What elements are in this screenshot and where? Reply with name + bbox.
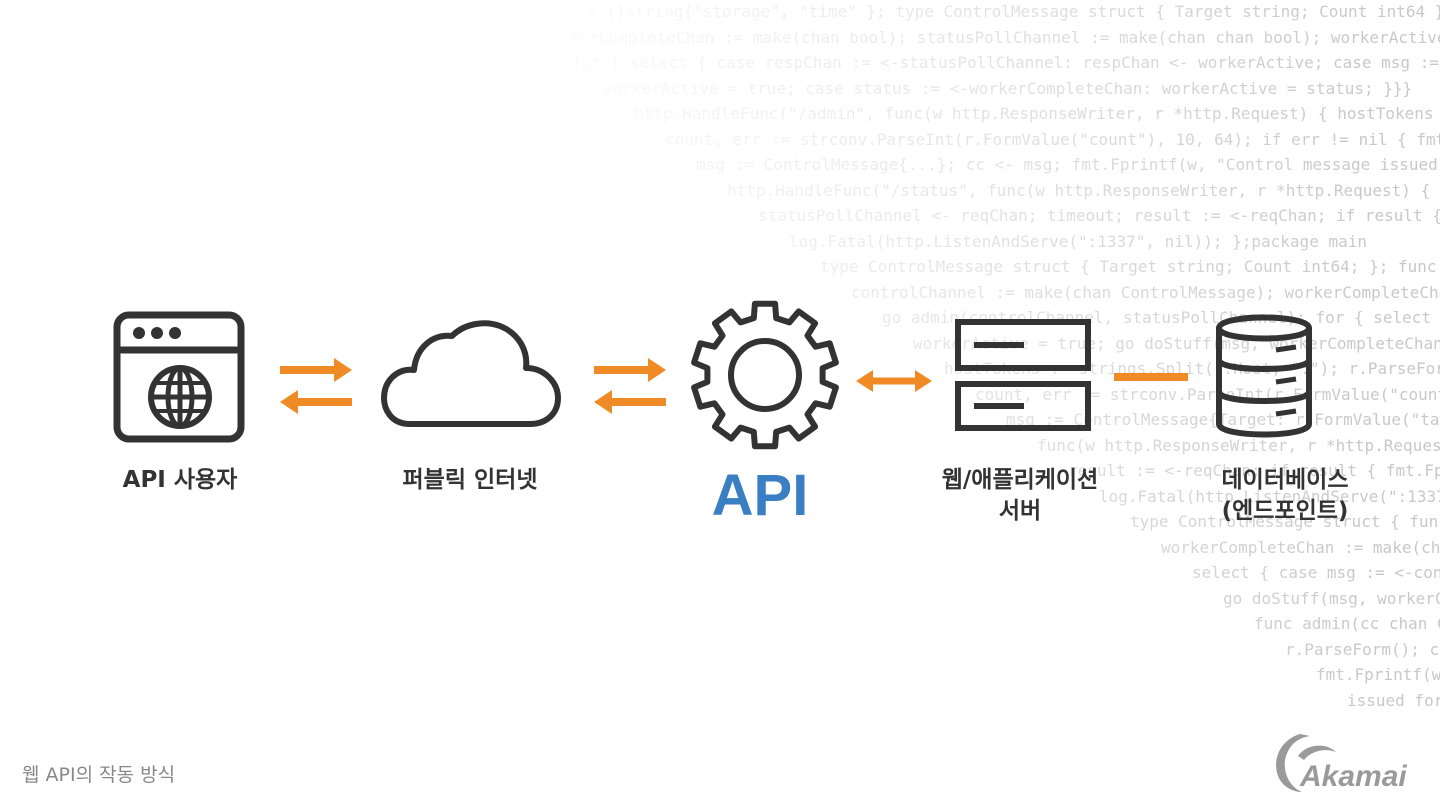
connector-line <box>1114 373 1188 381</box>
gear-hole <box>728 338 802 412</box>
code-line: http.HandleFunc("/admin", func(w http.Re… <box>634 104 1434 123</box>
code-line: func admin(cc chan ControlMessage <box>1254 614 1440 633</box>
code-line: msg := ControlMessage{...}; cc <- msg; f… <box>696 155 1438 174</box>
code-line: workerCompleteChan := make(chan bool); s… <box>541 27 1440 47</box>
code-line: go doStuff(msg, workerCompleteChan) <box>1223 588 1440 608</box>
node-label-api: API <box>711 463 809 528</box>
browser-globe-icon <box>113 311 245 443</box>
svg-text:Akamai: Akamai <box>1299 760 1407 793</box>
caption: 웹 API의 작동 방식 <box>22 764 176 786</box>
gear-icon <box>691 300 839 450</box>
code-line: r.ParseForm(); count <box>1285 639 1440 659</box>
label-line: 데이터베이스 <box>1221 467 1349 493</box>
label-line: 서버 <box>998 498 1042 524</box>
code-line: count, err := strconv.ParseInt(r.FormVal… <box>665 129 1440 149</box>
code-line: workerCompleteChan := make(chan bool); w… <box>1161 537 1440 557</box>
label-line: (엔드포인트) <box>1221 498 1349 524</box>
code-line: http.HandleFunc("/status", func(w http.R… <box>727 180 1440 200</box>
code-line: fmt.Fprintf(w, err <box>1316 665 1440 684</box>
akamai-logo: Akamai <box>1276 734 1407 793</box>
code-line: log.Fatal(http.ListenAndServe(":1337", n… <box>789 231 1367 251</box>
code-line: statusPollChannel <- reqChan; timeout; r… <box>758 206 1440 225</box>
database-icon <box>1216 314 1312 438</box>
bidirectional-arrows-icon <box>280 358 352 414</box>
code-line: type ControlMessage struct { Target stri… <box>820 257 1437 276</box>
node-label-public-internet: 퍼블릭 인터넷 <box>402 467 538 493</box>
code-line: controlChannel := make(chan ControlMessa… <box>851 282 1440 302</box>
node-label-database: 데이터베이스 (엔드포인트) <box>1180 465 1390 527</box>
code-line: workerActive = true; case status := <-wo… <box>603 78 1413 98</box>
server-icon <box>955 319 1091 431</box>
code-line: issued for <box>1347 690 1440 710</box>
node-label-api-user: API 사용자 <box>122 467 238 493</box>
gear-outline <box>691 300 839 450</box>
code-line: select { case msg := <-controlChannel: <box>1192 563 1440 582</box>
bidirectional-arrows-icon <box>594 358 666 414</box>
code-line: for { select { case respChan := <-status… <box>572 53 1439 72</box>
code-line: var ... = []string{"storage", "time" }; … <box>510 2 1440 21</box>
cloud-icon <box>381 320 561 427</box>
double-headed-arrow-icon <box>856 370 932 392</box>
node-label-web-app-server: 웹/애플리케이션 서버 <box>900 465 1140 527</box>
label-line: 웹/애플리케이션 <box>941 467 1099 493</box>
